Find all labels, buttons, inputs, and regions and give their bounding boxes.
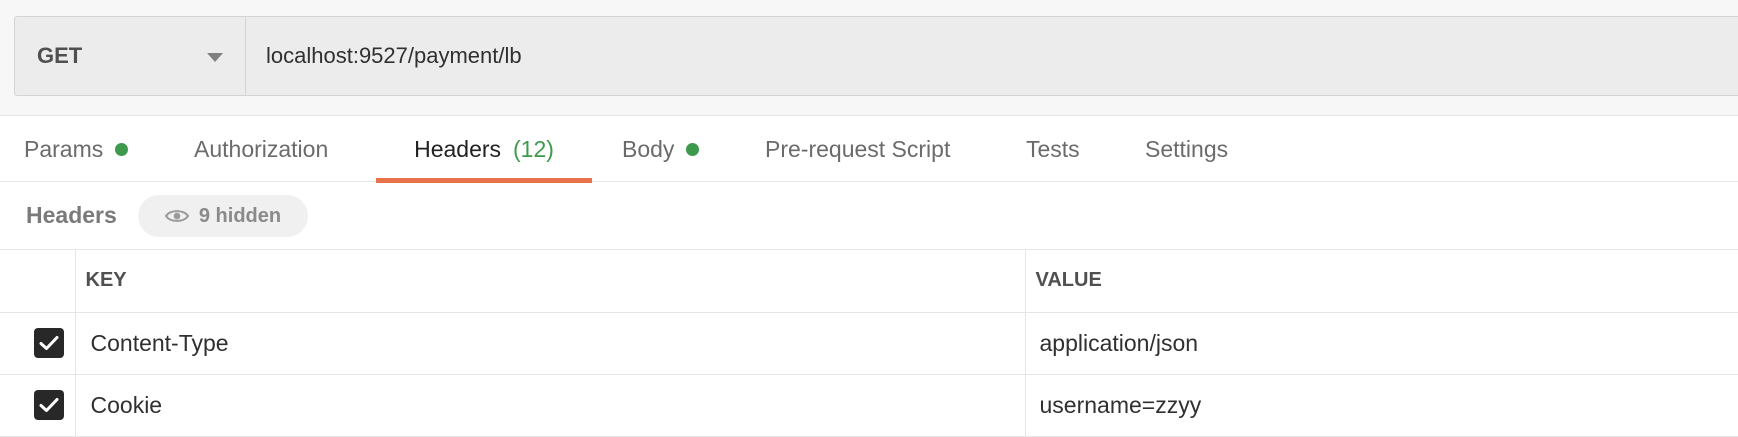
table-row: Cookie username=zzyy — [0, 374, 1738, 437]
checkmark-icon — [39, 336, 59, 350]
checkbox-cell — [0, 312, 76, 375]
tab-tests[interactable]: Tests — [1026, 116, 1080, 182]
tab-authorization-label: Authorization — [194, 135, 329, 162]
tab-pre-request-script[interactable]: Pre-request Script — [765, 116, 950, 182]
table-header-row: KEY VALUE — [0, 250, 1738, 313]
tab-headers[interactable]: Headers (12) — [376, 116, 592, 183]
tab-tests-label: Tests — [1026, 135, 1080, 162]
tab-authorization[interactable]: Authorization — [194, 116, 328, 182]
tab-body-label: Body — [622, 135, 675, 162]
eye-icon — [164, 210, 189, 222]
chevron-down-icon — [207, 53, 223, 62]
headers-toolbar: Headers 9 hidden — [0, 182, 1738, 250]
header-key-cell[interactable]: Cookie — [75, 374, 1026, 437]
tab-settings[interactable]: Settings — [1145, 116, 1228, 182]
method-label: GET — [37, 43, 83, 68]
tab-headers-label: Headers — [414, 135, 502, 162]
method-dropdown[interactable]: GET — [15, 17, 246, 95]
tab-params-label: Params — [24, 135, 104, 162]
header-value-cell[interactable]: application/json — [1025, 312, 1738, 375]
header-key-cell[interactable]: Content-Type — [75, 312, 1026, 375]
tab-headers-count: (12) — [513, 135, 554, 162]
checkmark-icon — [39, 398, 59, 412]
tab-body[interactable]: Body — [622, 116, 700, 182]
url-input[interactable] — [246, 17, 1738, 95]
request-tabs: Params Authorization Headers (12) Body P… — [0, 116, 1738, 183]
status-dot-icon — [686, 142, 700, 156]
hidden-count-label: 9 hidden — [198, 204, 282, 227]
checkbox-column-header — [0, 250, 76, 313]
hidden-headers-toggle[interactable]: 9 hidden — [138, 195, 308, 237]
checkbox-cell — [0, 374, 76, 437]
key-column-header: KEY — [75, 250, 1026, 313]
value-column-header: VALUE — [1025, 250, 1738, 313]
table-row: Content-Type application/json — [0, 312, 1738, 375]
tab-params[interactable]: Params — [24, 116, 129, 182]
tab-pre-request-script-label: Pre-request Script — [765, 135, 951, 162]
tab-settings-label: Settings — [1145, 135, 1229, 162]
url-group: GET — [14, 16, 1738, 96]
enable-header-checkbox[interactable] — [34, 328, 64, 358]
status-dot-icon — [115, 142, 129, 156]
request-bar: GET — [0, 0, 1738, 116]
headers-table: KEY VALUE Content-Type application/json … — [0, 250, 1738, 437]
header-value-cell[interactable]: username=zzyy — [1025, 374, 1738, 437]
enable-header-checkbox[interactable] — [34, 390, 64, 420]
headers-section-title: Headers — [26, 202, 117, 228]
